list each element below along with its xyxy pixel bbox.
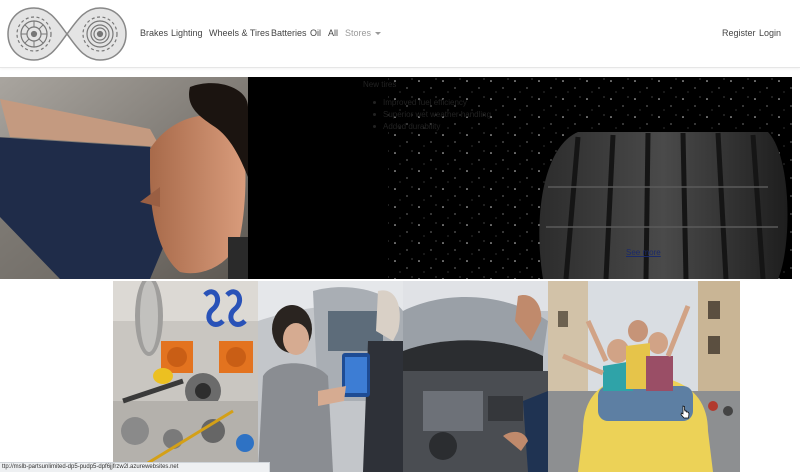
- top-navbar: Brakes Lighting Wheels & Tires Batteries…: [0, 0, 800, 68]
- hero-feature-list: Improved fuel efficiency Superior wet we…: [363, 97, 491, 133]
- nav-link-oil[interactable]: Oil: [310, 28, 321, 38]
- auto-parts-image: [113, 281, 258, 472]
- nav-link-batteries[interactable]: Batteries: [271, 28, 307, 38]
- chevron-down-icon: [375, 32, 382, 36]
- nav-link-all[interactable]: All: [328, 28, 338, 38]
- browser-status-bar: ttp://mslb-partsunlimited-dp5-pudp5-dpf6…: [0, 462, 270, 472]
- mouse-cursor-icon: [680, 405, 690, 419]
- login-link[interactable]: Login: [759, 28, 781, 38]
- tile-road-trip[interactable]: [548, 281, 740, 472]
- hero-caption: New tires Improved fuel efficiency Super…: [363, 80, 491, 133]
- road-trip-image: [548, 281, 740, 472]
- hero-mechanic-image: [0, 77, 248, 279]
- hero-caption-title: New tires: [363, 80, 397, 89]
- hero-see-more-link[interactable]: See more: [626, 248, 661, 257]
- hero-feature-item: Improved fuel efficiency: [363, 97, 491, 109]
- stores-dropdown[interactable]: Stores: [345, 28, 382, 38]
- hero-tire-image: [248, 77, 792, 279]
- nav-link-wheels-tires[interactable]: Wheels & Tires: [209, 28, 270, 38]
- brand-logo[interactable]: [6, 5, 128, 63]
- hero-feature-item: Superior wet weather handling: [363, 109, 491, 121]
- nav-link-brakes[interactable]: Brakes: [140, 28, 168, 38]
- stores-label: Stores: [345, 28, 372, 38]
- tile-engine-repair[interactable]: [403, 281, 548, 472]
- customer-service-image: [258, 281, 403, 472]
- tile-customer-service[interactable]: [258, 281, 403, 472]
- engine-repair-image: [403, 281, 548, 472]
- register-link[interactable]: Register: [722, 28, 756, 38]
- hero-feature-item: Added durability: [363, 121, 491, 133]
- hero-carousel[interactable]: New tires Improved fuel efficiency Super…: [0, 77, 792, 279]
- tile-auto-parts[interactable]: [113, 281, 258, 472]
- nav-link-lighting[interactable]: Lighting: [171, 28, 203, 38]
